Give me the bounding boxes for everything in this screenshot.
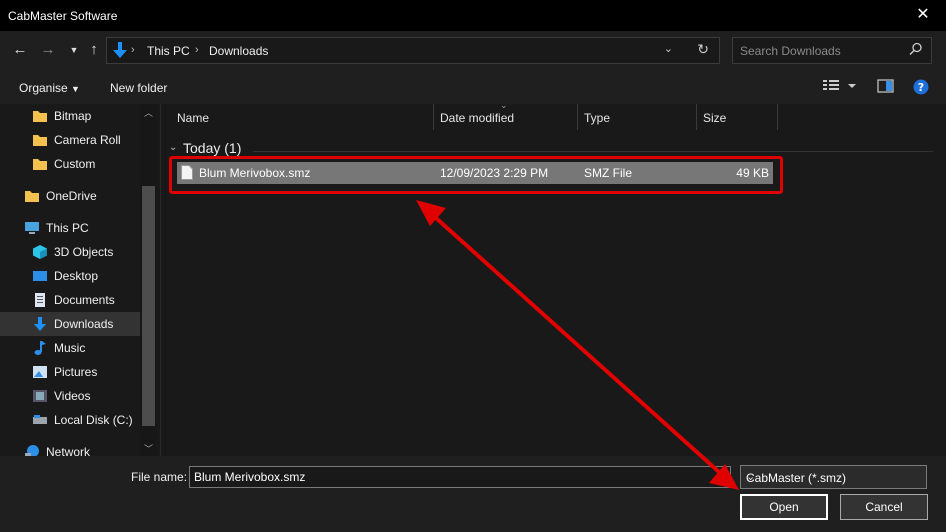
- help-icon[interactable]: ?: [913, 79, 929, 95]
- column-header-type[interactable]: Type: [578, 104, 697, 130]
- nav-item-videos[interactable]: Videos: [0, 384, 140, 408]
- column-header-size[interactable]: Size: [697, 104, 778, 130]
- downloads-location-icon: [113, 42, 127, 58]
- nav-item-downloads[interactable]: Downloads: [0, 312, 140, 336]
- scroll-up-icon[interactable]: ︿: [140, 106, 157, 119]
- window-title: CabMaster Software: [8, 9, 118, 23]
- organise-label: Organise: [19, 81, 68, 95]
- folder-icon: [25, 191, 39, 202]
- file-name-input[interactable]: [189, 466, 731, 488]
- sort-indicator-icon: ⌄: [500, 100, 508, 110]
- nav-item-documents[interactable]: Documents: [0, 288, 140, 312]
- back-arrow-icon[interactable]: ←: [10, 39, 30, 61]
- nav-item-label: 3D Objects: [54, 245, 114, 259]
- group-header[interactable]: Today (1): [183, 140, 241, 156]
- forward-arrow-icon[interactable]: →: [38, 39, 58, 61]
- nav-scrollbar[interactable]: ︿ ﹀: [140, 104, 157, 456]
- view-options-icon[interactable]: [822, 79, 860, 93]
- open-button[interactable]: Open: [740, 494, 828, 520]
- refresh-icon[interactable]: ↻: [697, 41, 709, 58]
- nav-item-network[interactable]: Network: [0, 440, 140, 456]
- nav-item-label: Custom: [54, 157, 96, 171]
- nav-item-3d-objects[interactable]: 3D Objects: [0, 240, 140, 264]
- scroll-down-icon[interactable]: ﹀: [140, 442, 157, 455]
- nav-item-label: Music: [54, 341, 86, 355]
- nav-item-label: Desktop: [54, 269, 99, 283]
- nav-item-desktop[interactable]: Desktop: [0, 264, 140, 288]
- breadcrumb-separator-icon: ›: [195, 44, 199, 56]
- close-icon[interactable]: ✕: [900, 0, 946, 31]
- search-box[interactable]: Search Downloads: [732, 37, 932, 64]
- navigation-pane: Bitmap Camera Roll Custom OneDrive This …: [0, 104, 160, 456]
- group-divider: [253, 151, 933, 152]
- nav-item-label: This PC: [46, 221, 89, 235]
- desktop-icon: [33, 271, 47, 281]
- preview-pane-icon[interactable]: [877, 79, 895, 93]
- chevron-down-icon: ⌄: [746, 471, 756, 483]
- column-header-label: Size: [703, 111, 727, 125]
- breadcrumb-separator-icon: ›: [131, 44, 135, 56]
- organise-button[interactable]: Organise ▼: [19, 81, 80, 95]
- folder-icon: [33, 111, 47, 122]
- address-bar[interactable]: › This PC › Downloads ⌄ ↻: [106, 37, 720, 64]
- music-icon: [34, 341, 46, 355]
- download-icon: [34, 317, 46, 331]
- column-header-label: Date modified: [440, 111, 515, 125]
- cancel-button[interactable]: Cancel: [840, 494, 928, 520]
- network-icon: [25, 445, 39, 456]
- nav-item-camera-roll[interactable]: Camera Roll: [0, 128, 140, 152]
- nav-item-label: Bitmap: [54, 109, 92, 123]
- pictures-icon: [33, 366, 47, 378]
- new-folder-button[interactable]: New folder: [110, 81, 167, 95]
- scrollbar-thumb[interactable]: [142, 186, 155, 426]
- column-header-label: Name: [177, 111, 210, 125]
- nav-item-label: Downloads: [54, 317, 114, 331]
- nav-item-bitmap[interactable]: Bitmap: [0, 104, 140, 128]
- nav-item-label: Network: [46, 445, 91, 456]
- highlight-box: [169, 156, 783, 194]
- nav-item-label: Local Disk (C:): [54, 413, 133, 427]
- address-bar-row: ← → ▼ ↑ › This PC › Downloads ⌄ ↻ Search…: [0, 31, 946, 71]
- up-arrow-icon[interactable]: ↑: [84, 39, 104, 61]
- nav-item-label: Pictures: [54, 365, 98, 379]
- dialog-footer: File name: CabMaster (*.smz) ⌄ Open Canc…: [0, 456, 946, 532]
- nav-item-this-pc[interactable]: This PC: [0, 216, 140, 240]
- command-bar: Organise ▼ New folder ?: [0, 71, 946, 104]
- file-type-filter[interactable]: CabMaster (*.smz) ⌄: [740, 465, 927, 489]
- column-header-label: Type: [584, 111, 611, 125]
- group-collapse-chevron-icon[interactable]: ⌄: [169, 142, 177, 153]
- search-icon[interactable]: [909, 42, 923, 56]
- nav-item-label: Documents: [54, 293, 115, 307]
- nav-item-label: Videos: [54, 389, 91, 403]
- nav-item-label: Camera Roll: [54, 133, 121, 147]
- video-icon: [33, 390, 47, 402]
- cube-icon: [33, 245, 47, 259]
- breadcrumb-this-pc[interactable]: This PC: [147, 44, 190, 58]
- search-placeholder: Search Downloads: [740, 44, 841, 58]
- title-bar: CabMaster Software ✕: [0, 0, 946, 31]
- computer-icon: [25, 222, 39, 234]
- folder-icon: [33, 135, 47, 146]
- breadcrumb-downloads[interactable]: Downloads: [209, 44, 268, 58]
- folder-icon: [33, 159, 47, 170]
- column-header-date[interactable]: Date modified ⌄: [434, 100, 578, 130]
- nav-item-pictures[interactable]: Pictures: [0, 360, 140, 384]
- chevron-down-icon: ▼: [71, 84, 80, 94]
- nav-item-onedrive[interactable]: OneDrive: [0, 184, 140, 208]
- document-icon: [35, 293, 45, 307]
- nav-item-music[interactable]: Music: [0, 336, 140, 360]
- recent-locations-chevron-icon[interactable]: ▼: [64, 39, 84, 61]
- file-name-label: File name:: [131, 470, 188, 484]
- drive-icon: [33, 415, 47, 424]
- address-history-chevron-icon[interactable]: ⌄: [664, 42, 673, 55]
- svg-text:?: ?: [918, 81, 924, 94]
- column-header-name[interactable]: Name: [171, 104, 434, 130]
- nav-item-label: OneDrive: [46, 189, 97, 203]
- nav-item-local-disk[interactable]: Local Disk (C:): [0, 408, 140, 432]
- nav-item-custom[interactable]: Custom: [0, 152, 140, 176]
